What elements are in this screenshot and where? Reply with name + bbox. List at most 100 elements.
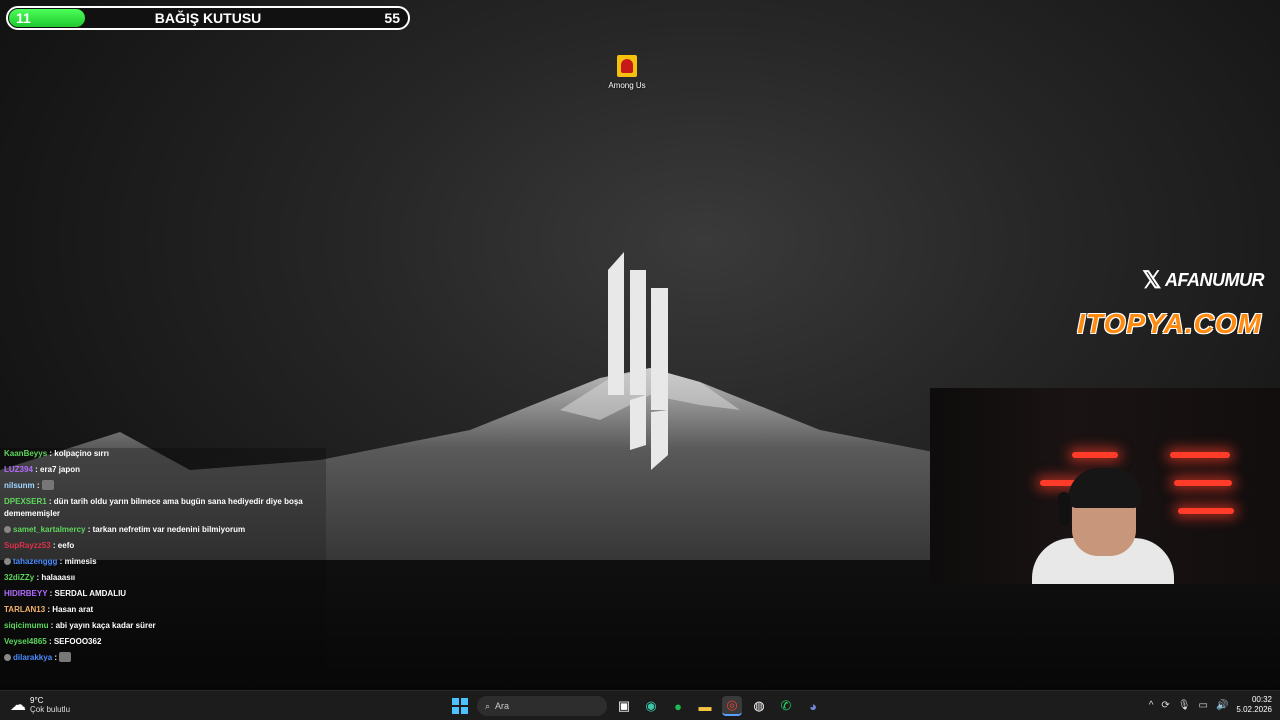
chat-separator: : [46, 497, 54, 506]
chat-message: siqicimumu : abi yayın kaça kadar sürer [0, 620, 326, 632]
chat-message: tahazenggg : mimesis [0, 556, 326, 568]
chat-separator: : [50, 541, 58, 550]
chat-text: Hasan arat [52, 605, 94, 614]
chat-message: SupRayzz53 : eefo [0, 540, 326, 552]
chat-text: kolpaçino sırrı [54, 449, 109, 458]
chat-message: 32diZZy : halaaasıı [0, 572, 326, 584]
chat-message: KaanBeyys : kolpaçino sırrı [0, 448, 326, 460]
discord-button[interactable]: ◕ [803, 696, 823, 716]
x-logo-icon: 𝕏 [1142, 267, 1161, 294]
taskbar-search[interactable]: ⌕ Ara [477, 696, 607, 716]
obs-icon: ◍ [753, 698, 765, 713]
donation-title: BAĞIŞ KUTUSU [154, 10, 262, 26]
sponsor-logo: ITOPYA.COM [1077, 308, 1262, 339]
volume-icon[interactable]: 🔊 [1216, 700, 1228, 711]
chat-separator: : [57, 557, 65, 566]
weather-description: Çok bulutlu [30, 705, 71, 714]
network-icon[interactable]: ▭ [1199, 700, 1208, 711]
chat-separator: : [46, 637, 54, 646]
chat-separator: : [85, 525, 93, 534]
chat-username[interactable]: samet_kartalmercy [13, 525, 86, 534]
obs-button[interactable]: ◍ [749, 696, 769, 716]
social-x-handle: 𝕏 AFANUMUR [1142, 266, 1264, 295]
edge-icon: ◉ [645, 698, 657, 713]
chat-message: TARLAN13 : Hasan arat [0, 604, 326, 616]
chat-message: nilsunm : [0, 480, 326, 492]
chat-badge-icon [4, 558, 11, 565]
chat-separator: : [52, 653, 60, 662]
clock-date: 5.02.2026 [1236, 705, 1272, 714]
chat-badge-icon [4, 526, 11, 533]
clock-time: 00:32 [1251, 695, 1272, 704]
weather-widget[interactable]: ☁ 9°C Çok bulutlu [10, 695, 70, 715]
chat-separator: : [47, 589, 55, 598]
edge-button[interactable]: ◉ [641, 696, 661, 716]
chat-message: Veysel4865 : SEFOOO362 [0, 636, 326, 648]
folder-icon: ▬ [698, 698, 712, 714]
chat-username[interactable]: SupRayzz53 [4, 541, 51, 550]
chat-username[interactable]: TARLAN13 [4, 605, 45, 614]
cloudy-weather-icon: ☁ [10, 697, 26, 714]
chat-username[interactable]: HIDIRBEYY [4, 589, 47, 598]
clock[interactable]: 00:32 5.02.2026 [1236, 695, 1272, 715]
x-handle-text: AFANUMUR [1165, 270, 1265, 290]
webcam-overlay [930, 388, 1280, 584]
chat-text: mimesis [64, 557, 97, 566]
chat-username[interactable]: Veysel4865 [4, 637, 47, 646]
chat-separator: : [34, 481, 42, 490]
stream-chat: KaanBeyys : kolpaçino sırrı LUZ394 : era7… [0, 448, 326, 676]
chat-username[interactable]: nilsunm [4, 481, 35, 490]
chat-text: SERDAL AMDALIU [54, 589, 127, 598]
search-icon: ⌕ [485, 700, 491, 711]
desktop-icon-among-us[interactable]: Among Us [606, 55, 648, 90]
chat-text: era7 japon [40, 465, 81, 474]
chat-text: SEFOOO362 [53, 637, 102, 646]
chat-message: dilarakkya : [0, 652, 326, 664]
donation-goal-value: 55 [384, 10, 400, 26]
streamer-hair [1068, 468, 1142, 508]
chat-username[interactable]: siqicimumu [4, 621, 48, 630]
task-view-button[interactable]: ▣ [614, 696, 634, 716]
search-placeholder: Ara [495, 701, 510, 711]
start-button[interactable] [450, 696, 470, 716]
chat-emote-icon [41, 480, 54, 490]
chat-message: samet_kartalmercy : tarkan nefretim var … [0, 524, 326, 536]
task-view-icon: ▣ [617, 698, 631, 713]
donation-progress-bar: 11 BAĞIŞ KUTUSU 55 [6, 6, 410, 30]
spotify-button[interactable]: ● [668, 696, 688, 716]
spotify-icon: ● [674, 698, 682, 714]
chat-separator: : [48, 621, 56, 630]
chat-message: LUZ394 : era7 japon [0, 464, 326, 476]
chrome-button[interactable]: ◎ [722, 696, 742, 716]
chat-username[interactable]: tahazenggg [13, 557, 57, 566]
chat-message: DPEXSER1 : dün tarih oldu yarın bilmece … [0, 496, 326, 520]
chat-separator: : [32, 465, 41, 474]
chat-username[interactable]: DPEXSER1 [4, 497, 47, 506]
sync-icon[interactable]: ⟳ [1161, 700, 1169, 711]
among-us-icon [617, 55, 637, 77]
chevron-up-icon[interactable]: ^ [1149, 700, 1154, 711]
chat-username[interactable]: 32diZZy [4, 573, 34, 582]
headset [1058, 492, 1070, 526]
whatsapp-button[interactable]: ✆ [776, 696, 796, 716]
weather-temperature: 9°C [30, 696, 44, 705]
windows-logo-icon [452, 698, 468, 714]
chat-emote-icon [59, 652, 72, 662]
chat-badge-icon [4, 654, 11, 661]
chat-text: tarkan nefretim var nedenini bilmiyorum [92, 525, 246, 534]
whatsapp-icon: ✆ [780, 698, 792, 713]
desktop-icon-label: Among Us [608, 81, 646, 90]
taskbar-apps: ⌕ Ara ▣ ◉ ● ▬ ◎ ◍ ✆ ◕ [450, 695, 823, 717]
chat-text: abi yayın kaça kadar sürer [55, 621, 156, 630]
file-explorer-button[interactable]: ▬ [695, 696, 715, 716]
chat-username[interactable]: LUZ394 [4, 465, 33, 474]
taskbar: ☁ 9°C Çok bulutlu ⌕ Ara ▣ ◉ ● ▬ ◎ ◍ ✆ ◕ … [0, 690, 1280, 720]
system-tray: ^ ⟳ 🎙 ▭ 🔊 00:32 5.02.2026 [1149, 695, 1272, 715]
microphone-icon[interactable]: 🎙 [1178, 700, 1191, 711]
chrome-icon: ◎ [726, 697, 738, 712]
discord-icon: ◕ [809, 698, 817, 714]
chat-username[interactable]: dilarakkya [13, 653, 52, 662]
chat-username[interactable]: KaanBeyys [4, 449, 47, 458]
chat-text: halaaasıı [41, 573, 76, 582]
chat-message: HIDIRBEYY : SERDAL AMDALIU [0, 588, 326, 600]
